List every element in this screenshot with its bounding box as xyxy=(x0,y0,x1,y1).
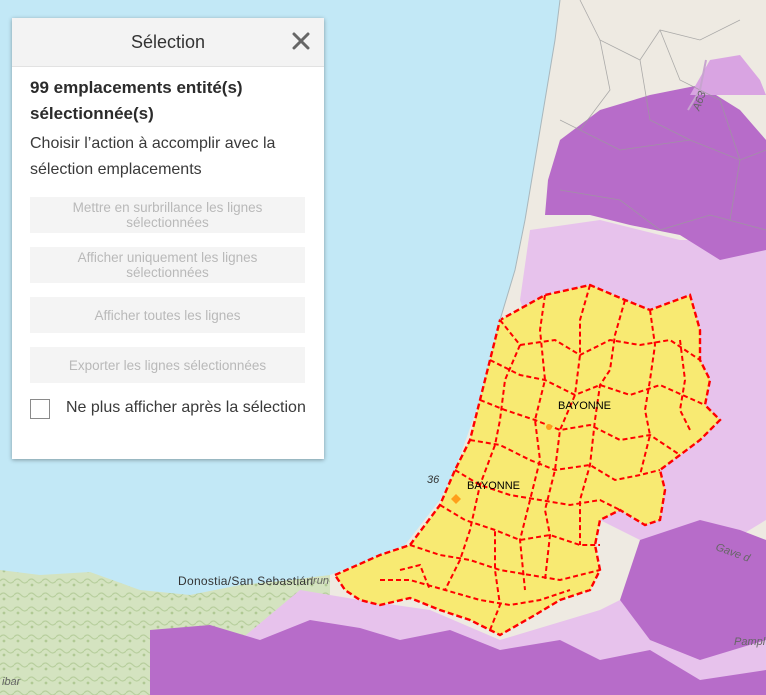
city-label-irun: Irun xyxy=(310,575,329,587)
panel-title: Sélection xyxy=(130,31,206,52)
panel-header: Sélection xyxy=(12,18,324,67)
selection-count: 99 emplacements entité(s) sélectionnée(s… xyxy=(30,78,243,123)
city-label-pamplona: Pampl xyxy=(734,636,766,648)
selection-instruction: Choisir l’action à accomplir avec la sél… xyxy=(30,135,276,178)
close-icon xyxy=(292,32,310,50)
selection-panel: Sélection 99 emplacements entité(s) séle… xyxy=(12,18,324,459)
city-label-bilbao: ibar xyxy=(2,676,21,688)
highlight-selected-button[interactable]: Mettre en surbrillance les lignes sélect… xyxy=(30,197,305,233)
dont-show-again-row[interactable]: Ne plus afficher après la sélection xyxy=(30,397,306,419)
show-only-selected-button[interactable]: Afficher uniquement les lignes sélection… xyxy=(30,247,305,283)
city-label-bayonne-1: BAYONNE xyxy=(558,400,611,412)
dont-show-again-checkbox[interactable] xyxy=(30,399,50,419)
city-label-donostia: Donostia/San Sebastián xyxy=(178,574,314,588)
panel-body: 99 emplacements entité(s) sélectionnée(s… xyxy=(12,67,324,419)
dont-show-again-label: Ne plus afficher après la sélection xyxy=(66,399,306,416)
close-button[interactable] xyxy=(290,30,312,52)
road-label-36: 36 xyxy=(427,474,440,486)
city-label-bayonne-2: BAYONNE xyxy=(467,480,520,492)
export-selected-button[interactable]: Exporter les lignes sélectionnées xyxy=(30,347,305,383)
city-marker-bayonne-1[interactable] xyxy=(546,424,552,430)
show-all-rows-button[interactable]: Afficher toutes les lignes xyxy=(30,297,305,333)
